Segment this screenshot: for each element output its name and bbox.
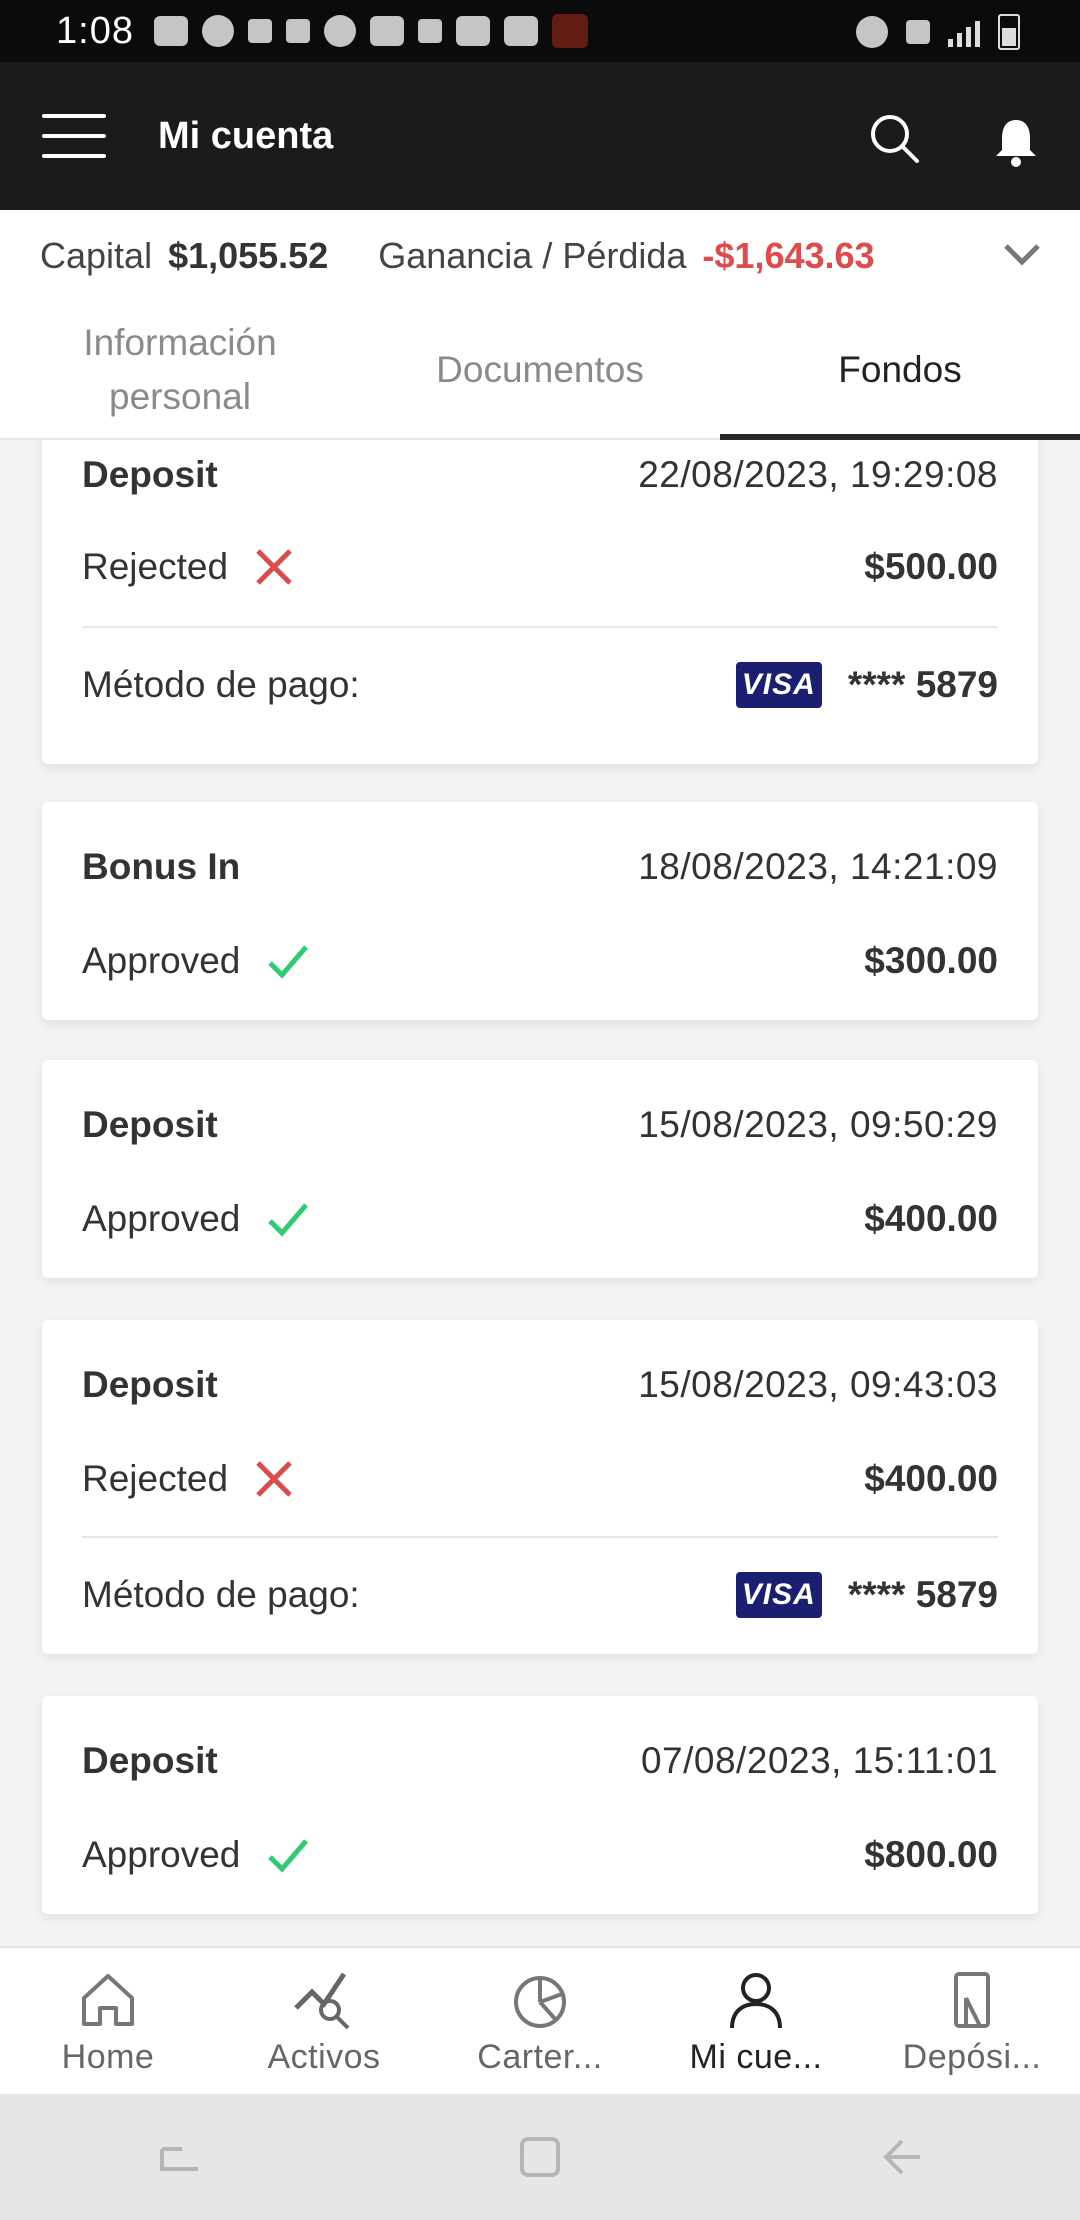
voicemail-icon <box>247 19 272 43</box>
profit-loss-label: Ganancia / Pérdida <box>378 235 687 276</box>
chevron-down-icon[interactable] <box>1000 238 1044 272</box>
battery-icon <box>998 14 1020 50</box>
nav-label: Activos <box>267 2037 381 2076</box>
nav-depositos[interactable]: Depósi... <box>864 1948 1080 2096</box>
nav-home[interactable]: Home <box>0 1948 216 2096</box>
x-icon <box>256 549 292 585</box>
wifi-icon <box>906 20 930 44</box>
nav-label: Mi cue... <box>689 2037 823 2076</box>
lock-icon <box>285 19 310 43</box>
transaction-status: Rejected <box>82 1458 229 1499</box>
account-summary: Capital $1,055.52 Ganancia / Pérdida -$1… <box>0 210 1080 302</box>
alarm-icon <box>856 16 888 48</box>
snapchat-icon <box>201 15 234 47</box>
signal-icon <box>948 17 980 47</box>
profit-loss-value: -$1,643.63 <box>702 235 875 276</box>
home-button-icon[interactable] <box>512 2129 568 2185</box>
pie-chart-icon <box>514 1975 566 2028</box>
youtube-icon <box>369 16 404 46</box>
tab-label: Información personal <box>83 322 277 417</box>
transaction-amount: $800.00 <box>864 1834 998 1875</box>
capital-label: Capital <box>40 235 153 276</box>
tab-documentos[interactable]: Documentos <box>360 302 720 438</box>
search-icon[interactable] <box>868 112 920 164</box>
visa-icon: VISA <box>735 662 822 708</box>
divider <box>82 626 998 628</box>
nav-label: Depósi... <box>902 2037 1042 2076</box>
transaction-status: Approved <box>82 940 241 981</box>
x-icon <box>256 1461 292 1497</box>
nav-cartera[interactable]: Carter... <box>432 1948 648 2096</box>
transaction-amount: $500.00 <box>864 546 998 587</box>
activos-icon <box>294 1972 350 2029</box>
nav-activos[interactable]: Activos <box>216 1948 432 2096</box>
visa-icon: VISA <box>735 1572 822 1618</box>
check-icon <box>268 1839 309 1873</box>
transactions-list: Deposit 22/08/2023, 19:29:08 Rejected $5… <box>0 440 1080 1946</box>
transaction-card[interactable]: Bonus In 18/08/2023, 14:21:09 Approved $… <box>42 802 1038 1020</box>
divider <box>82 1536 998 1538</box>
payment-method-label: Método de pago: <box>82 664 360 705</box>
transaction-amount: $400.00 <box>864 1198 998 1239</box>
transaction-card[interactable]: Deposit 15/08/2023, 09:50:29 Approved $4… <box>42 1060 1038 1278</box>
transaction-date: 22/08/2023, 19:29:08 <box>638 454 998 495</box>
notification-icons <box>153 14 588 48</box>
transaction-date: 18/08/2023, 14:21:09 <box>638 846 998 887</box>
check-icon <box>268 945 309 979</box>
transaction-amount: $300.00 <box>864 940 998 981</box>
capital-value: $1,055.52 <box>168 235 329 276</box>
tab-informacion-personal[interactable]: Información personal <box>0 302 360 438</box>
transaction-date: 15/08/2023, 09:43:03 <box>638 1364 998 1405</box>
system-nav-bar <box>0 2094 1080 2220</box>
transaction-type: Deposit <box>82 454 218 495</box>
system-status-icons <box>856 14 1020 50</box>
bottom-nav: Home Activos Carter... Mi cue... Depósi.… <box>0 1946 1080 2096</box>
youtube-icon <box>153 16 188 46</box>
transaction-status: Approved <box>82 1198 241 1239</box>
transaction-card[interactable]: Deposit 15/08/2023, 09:43:03 Rejected $4… <box>42 1320 1038 1654</box>
app-badge-icon <box>551 14 588 48</box>
tab-label: Fondos <box>838 349 962 390</box>
nav-label: Home <box>61 2037 155 2076</box>
transaction-status: Approved <box>82 1834 241 1875</box>
page-title: Mi cuenta <box>158 114 334 157</box>
transaction-amount: $400.00 <box>864 1458 998 1499</box>
transaction-type: Deposit <box>82 1740 218 1781</box>
app-header: Mi cuenta <box>0 62 1080 210</box>
tab-fondos[interactable]: Fondos <box>720 302 1080 440</box>
payment-method-label: Método de pago: <box>82 1574 360 1615</box>
facebook-icon <box>323 15 356 47</box>
tab-bar: Información personal Documentos Fondos <box>0 302 1080 440</box>
transaction-date: 07/08/2023, 15:11:01 <box>640 1740 998 1781</box>
recent-apps-icon[interactable] <box>152 2129 208 2185</box>
transaction-type: Deposit <box>82 1364 218 1405</box>
transaction-card[interactable]: Deposit 07/08/2023, 15:11:01 Approved $8… <box>42 1696 1038 1914</box>
status-time: 1:08 <box>56 9 134 52</box>
transaction-type: Bonus In <box>82 846 241 887</box>
tiktok-icon <box>417 19 442 43</box>
nav-label: Carter... <box>477 2037 603 2076</box>
tab-label: Documentos <box>436 349 644 390</box>
transaction-date: 15/08/2023, 09:50:29 <box>638 1104 998 1145</box>
transaction-status: Rejected <box>82 546 229 587</box>
nav-mi-cuenta[interactable]: Mi cue... <box>648 1948 864 2096</box>
menu-icon[interactable] <box>42 114 106 158</box>
user-icon <box>730 1972 782 2028</box>
status-bar: 1:08 <box>0 0 1080 62</box>
deposit-icon <box>954 1971 990 2028</box>
back-icon[interactable] <box>872 2129 928 2185</box>
gallery-icon <box>503 16 538 46</box>
transaction-type: Deposit <box>82 1104 218 1145</box>
home-icon <box>82 1973 134 2026</box>
bell-icon[interactable] <box>992 116 1040 168</box>
transaction-card[interactable]: Deposit 22/08/2023, 19:29:08 Rejected $5… <box>42 440 1038 764</box>
youtube-icon <box>455 16 490 46</box>
card-number: **** 5879 <box>847 1574 998 1615</box>
card-number: **** 5879 <box>847 664 998 705</box>
check-icon <box>268 1203 309 1237</box>
